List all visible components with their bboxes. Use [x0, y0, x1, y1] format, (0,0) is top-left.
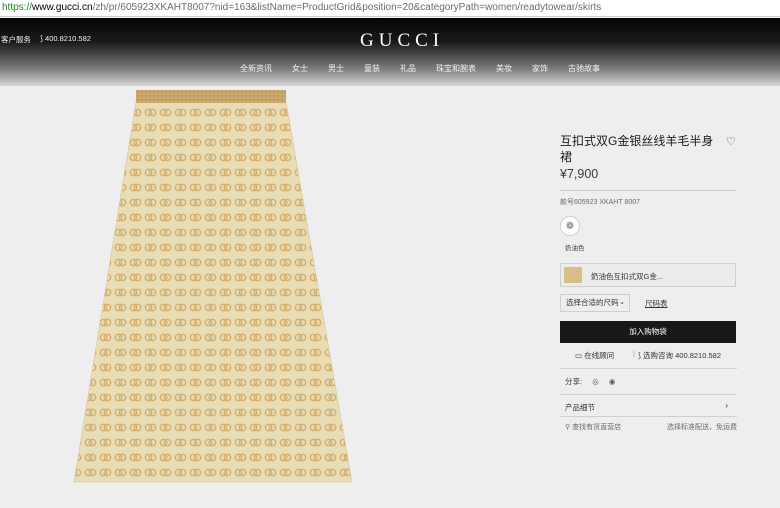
- color-thumbnail: [564, 267, 582, 283]
- online-advisor-link[interactable]: ▭ 在线顾问: [575, 350, 614, 361]
- divider: [560, 394, 737, 395]
- size-select-label: 选择合适的尺码: [566, 298, 619, 307]
- chevron-down-icon: ⌄: [619, 299, 625, 306]
- nav-item-women[interactable]: 女士: [292, 63, 308, 74]
- weibo-icon[interactable]: ◉: [609, 377, 616, 386]
- details-label: 产品细节: [565, 403, 595, 412]
- swatch-label: 奶油色: [565, 245, 585, 252]
- url-scheme: https://: [2, 2, 33, 13]
- share-row: 分享: ◎ ◉: [565, 376, 623, 387]
- divider: [560, 190, 737, 191]
- product-details-toggle[interactable]: 产品细节 ›: [560, 398, 736, 414]
- separator: |: [633, 349, 635, 358]
- call-label: 选购咨询 400.8210.582: [643, 351, 721, 360]
- site-header: 客户服务 ⟆ 400.8210.582 GUCCI 全新资讯 女士 男士 童装 …: [0, 18, 780, 86]
- phone-icon: ⟆: [638, 351, 641, 360]
- url-path: /zh/pr/605923XKAHT8007?nid=163&listName=…: [92, 2, 602, 13]
- nav-item-stories[interactable]: 古驰故事: [568, 63, 600, 74]
- color-name: 奶油色互扣式双G金...: [591, 272, 664, 281]
- phone-icon: ⟆: [40, 34, 43, 43]
- phone-link[interactable]: ⟆ 400.8210.582: [40, 34, 91, 43]
- nav-item-decor[interactable]: 家饰: [532, 63, 548, 74]
- nav-item-news[interactable]: 全新资讯: [240, 63, 272, 74]
- call-link[interactable]: ⟆ 选购咨询 400.8210.582: [638, 350, 721, 361]
- size-select[interactable]: 选择合适的尺码 ⌄: [560, 294, 630, 312]
- chat-label: 在线顾问: [584, 351, 615, 360]
- product-image[interactable]: [68, 90, 358, 488]
- address-bar[interactable]: https://www.gucci.cn/zh/pr/605923XKAHT80…: [0, 0, 780, 17]
- shipping-info: 选择标准配送，免运费: [667, 424, 737, 431]
- store-search-link[interactable]: ⚲ 查找有货直营店: [565, 422, 621, 432]
- product-price: ¥7,900: [560, 167, 599, 181]
- gucci-logo[interactable]: GUCCI: [360, 30, 500, 52]
- color-swatch[interactable]: ❁: [560, 216, 580, 236]
- heart-icon[interactable]: ♡: [726, 135, 736, 148]
- wechat-icon[interactable]: ◎: [592, 377, 599, 386]
- divider: [560, 368, 737, 369]
- product-sku: 款号605923 XKAHT 8007: [560, 199, 641, 206]
- size-guide-link[interactable]: 尺码表: [645, 298, 668, 309]
- product-title: 互扣式双G金银丝线羊毛半身裙: [560, 134, 714, 164]
- share-label: 分享:: [565, 377, 583, 386]
- store-search-label: 查找有货直营店: [572, 424, 622, 431]
- color-selector[interactable]: 奶油色互扣式双G金...: [560, 263, 736, 287]
- main-nav: 全新资讯 女士 男士 童装 礼品 珠宝和腕表 美妆 家饰 古驰故事: [240, 63, 620, 74]
- url-host: www.gucci.cn: [32, 2, 93, 13]
- location-pin-icon: ⚲: [565, 424, 571, 431]
- phone-number: 400.8210.582: [45, 34, 91, 43]
- nav-item-jewelry-watches[interactable]: 珠宝和腕表: [436, 63, 476, 74]
- nav-item-men[interactable]: 男士: [328, 63, 344, 74]
- nav-item-beauty[interactable]: 美妆: [496, 63, 512, 74]
- divider: [560, 416, 737, 417]
- nav-item-gifts[interactable]: 礼品: [400, 63, 416, 74]
- chevron-right-icon: ›: [725, 401, 728, 410]
- nav-item-children[interactable]: 童装: [364, 63, 380, 74]
- customer-service-link[interactable]: 客户服务: [1, 34, 31, 45]
- add-to-cart-button[interactable]: 加入购物袋: [560, 321, 736, 343]
- chat-icon: ▭: [575, 351, 583, 360]
- swatch-pattern-icon: ❁: [565, 220, 575, 232]
